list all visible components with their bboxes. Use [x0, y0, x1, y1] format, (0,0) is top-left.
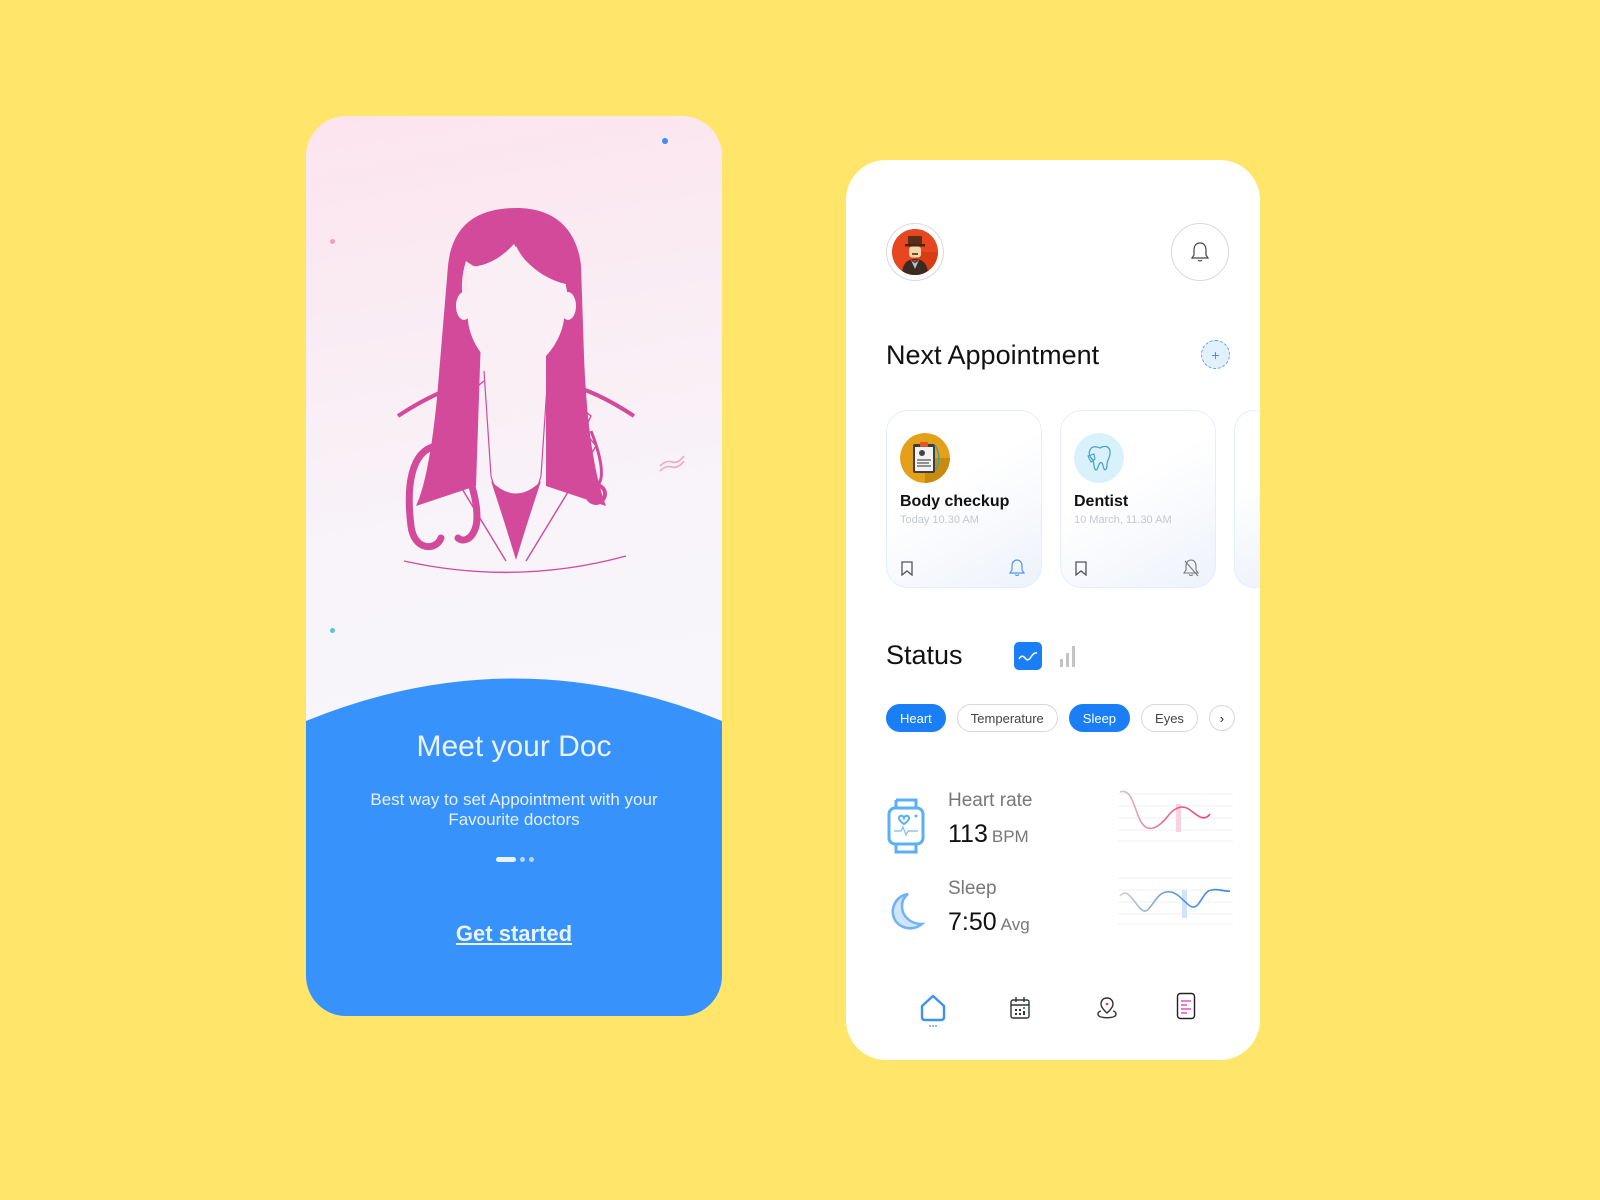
- metric-heart-rate[interactable]: Heart rate 113 BPM: [886, 790, 1246, 870]
- nav-home[interactable]: [919, 994, 947, 1033]
- moon-icon: [891, 892, 926, 930]
- page-indicator-active[interactable]: [496, 857, 516, 862]
- page-indicator[interactable]: [496, 857, 534, 862]
- page-indicator-dot[interactable]: [529, 857, 534, 862]
- dashboard-screen: Next Appointment + Body checkup Today 10…: [846, 160, 1260, 1060]
- appointment-cards: Body checkup Today 10.30 AM Dentist 10 M…: [886, 410, 1260, 588]
- bookmark-icon[interactable]: [901, 561, 913, 576]
- metric-value: 7:50 Avg: [948, 908, 1030, 937]
- nav-calendar[interactable]: [1009, 996, 1031, 1025]
- add-appointment-button[interactable]: +: [1201, 340, 1230, 369]
- squiggle-decor: [659, 455, 685, 472]
- home-icon: [920, 994, 946, 1027]
- doctor-illustration: [396, 208, 636, 574]
- sleep-sparkline: [1118, 877, 1233, 925]
- bell-off-icon[interactable]: [1183, 559, 1199, 577]
- chevron-right-icon: ›: [1219, 710, 1225, 726]
- metric-sleep[interactable]: Sleep 7:50 Avg: [886, 877, 1246, 958]
- line-chart-toggle[interactable]: [1014, 642, 1042, 670]
- metric-unit: Avg: [1000, 915, 1030, 934]
- user-avatar[interactable]: [886, 223, 944, 281]
- metric-label: Heart rate: [948, 790, 1033, 811]
- nav-records[interactable]: [1176, 992, 1196, 1025]
- chip-heart[interactable]: Heart: [886, 704, 946, 732]
- calendar-icon: [1010, 997, 1030, 1019]
- nav-location[interactable]: [1096, 996, 1118, 1025]
- appointment-time: Today 10.30 AM: [900, 514, 979, 526]
- decor-dot: [330, 239, 335, 244]
- appointment-card[interactable]: Body checkup Today 10.30 AM: [886, 410, 1042, 588]
- notifications-button[interactable]: [1171, 223, 1229, 281]
- smartwatch-icon: [887, 798, 925, 854]
- appointment-card[interactable]: Dentist 10 March, 11.30 AM: [1060, 410, 1216, 588]
- status-filter-chips: Heart Temperature Sleep Eyes ›: [886, 704, 1235, 732]
- appointment-card-partial[interactable]: [1234, 410, 1260, 588]
- appointment-title: Dentist: [1074, 493, 1129, 510]
- next-appointment-heading: Next Appointment: [886, 340, 1100, 370]
- document-icon: [1176, 992, 1196, 1020]
- appointment-title: Body checkup: [900, 493, 1010, 510]
- status-heading: Status: [886, 640, 963, 670]
- clipboard-icon: [900, 433, 950, 483]
- line-chart-icon: [1018, 652, 1038, 661]
- onboarding-screen: Meet your Doc Best way to set Appointmen…: [306, 116, 722, 1016]
- avatar-illustration: [892, 229, 938, 275]
- metric-value: 113 BPM: [948, 820, 1029, 849]
- decor-dot: [330, 628, 335, 633]
- bottom-panel: [306, 678, 722, 1016]
- bar-chart-icon[interactable]: [1059, 644, 1077, 668]
- chip-temperature[interactable]: Temperature: [956, 704, 1058, 732]
- onboarding-subtitle: Best way to set Appointment with your Fa…: [370, 790, 658, 829]
- plus-icon: +: [1211, 346, 1220, 363]
- chip-eyes[interactable]: Eyes: [1141, 704, 1198, 732]
- metric-number: 113: [948, 820, 988, 848]
- metric-unit: BPM: [991, 827, 1029, 846]
- bell-icon[interactable]: [1009, 559, 1025, 577]
- tooth-icon: [1074, 433, 1124, 483]
- heart-rate-sparkline: [1118, 790, 1233, 842]
- chips-next-button[interactable]: ›: [1208, 705, 1235, 731]
- bookmark-icon[interactable]: [1075, 561, 1087, 576]
- metric-label: Sleep: [948, 878, 997, 899]
- get-started-button[interactable]: Get started: [306, 921, 722, 947]
- appointment-time: 10 March, 11.30 AM: [1074, 514, 1172, 526]
- onboarding-title: Meet your Doc: [416, 730, 612, 763]
- decor-dot: [662, 138, 668, 144]
- bell-icon: [1190, 242, 1210, 262]
- location-pin-icon: [1097, 997, 1117, 1019]
- chip-sleep[interactable]: Sleep: [1068, 704, 1131, 732]
- bottom-nav: [846, 990, 1260, 1030]
- page-indicator-dot[interactable]: [520, 857, 525, 862]
- metric-number: 7:50: [948, 908, 997, 936]
